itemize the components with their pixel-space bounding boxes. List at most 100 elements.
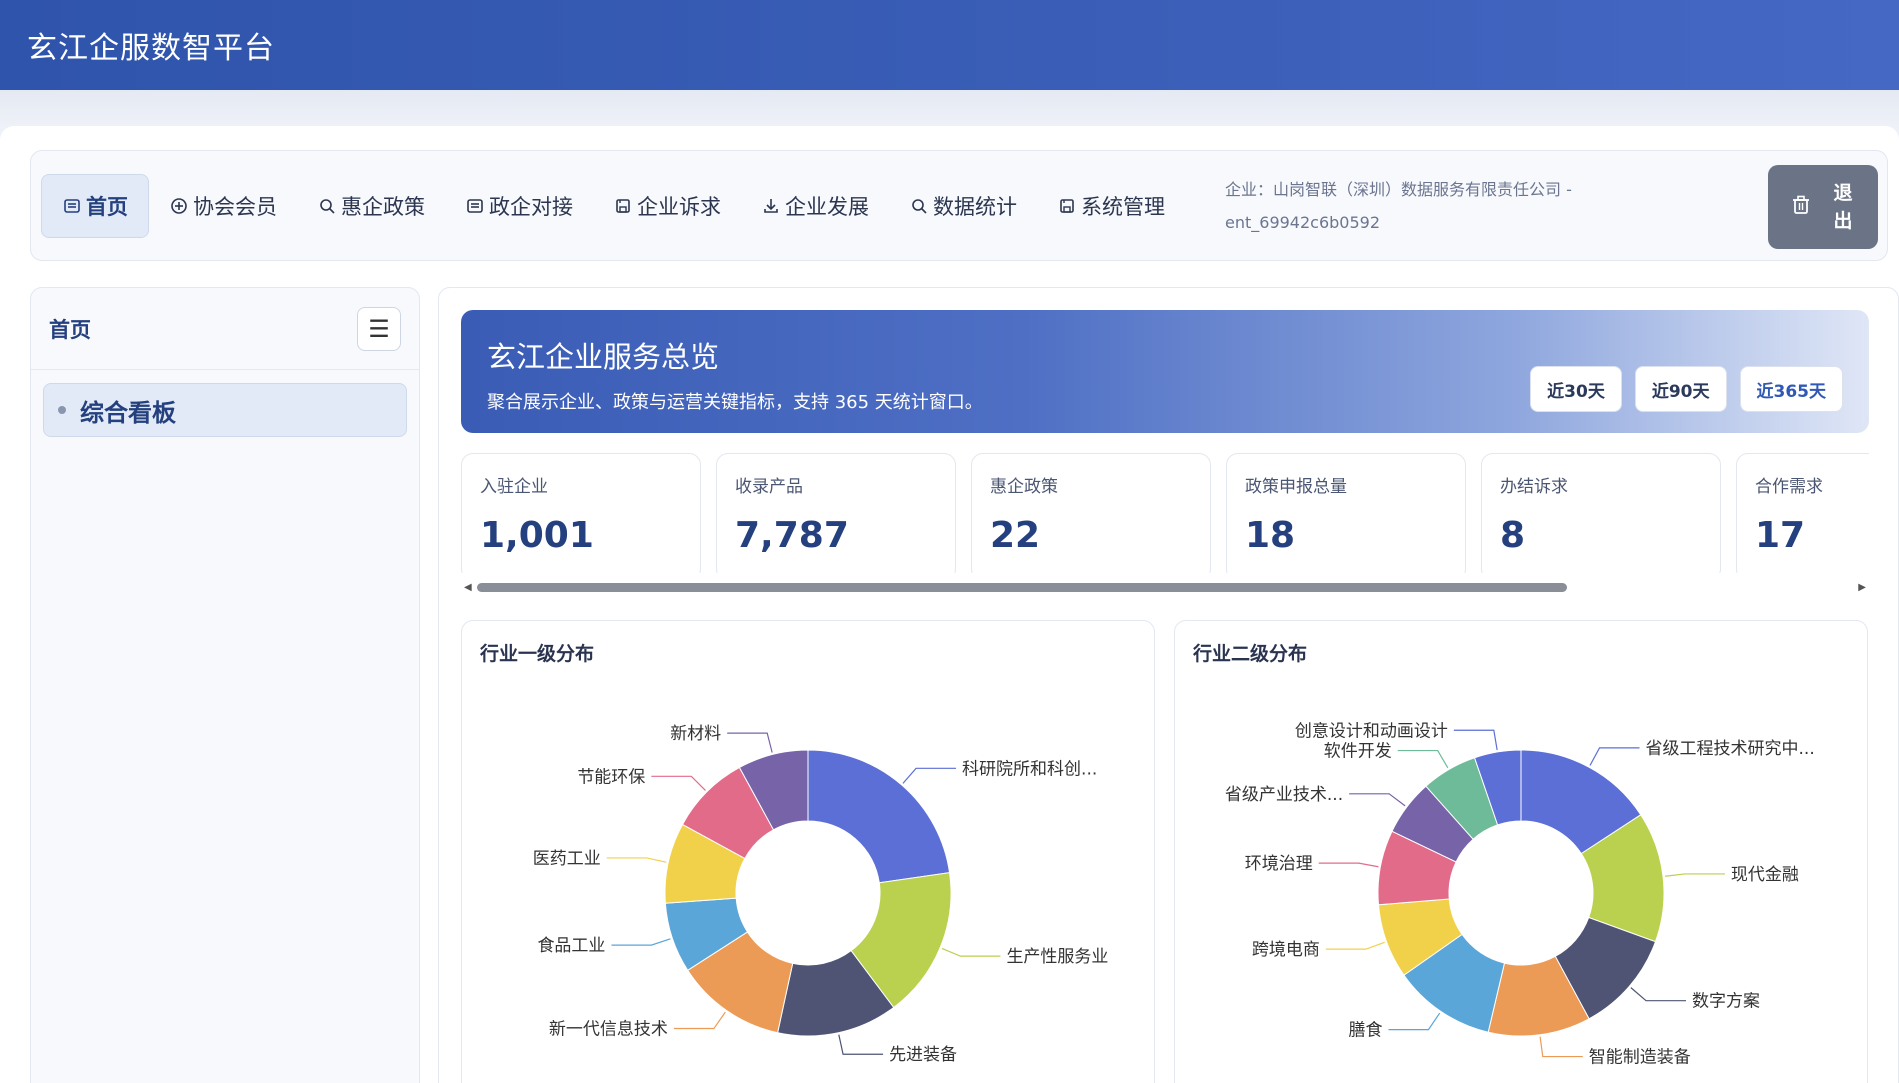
slice-label: 医药工业	[533, 849, 601, 869]
nav-item-policy[interactable]: 惠企政策	[297, 174, 445, 238]
slice-label: 科研院所和科创...	[962, 759, 1097, 779]
search-icon	[317, 196, 337, 216]
slice-label: 智能制造装备	[1589, 1048, 1691, 1068]
leader-line	[727, 732, 773, 753]
nav-item-system[interactable]: 系统管理	[1037, 174, 1185, 238]
slice-label: 省级工程技术研究中...	[1646, 739, 1815, 759]
company-name: 企业：山岗智联（深圳）数据服务有限责任公司 -	[1225, 179, 1572, 199]
nav-item-development[interactable]: 企业发展	[741, 174, 889, 238]
stat-card: 收录产品 7,787	[716, 453, 956, 573]
company-info: 企业：山岗智联（深圳）数据服务有限责任公司 - ent_69942c6b0592	[1225, 173, 1645, 239]
sidebar-item-label: 综合看板	[80, 398, 176, 427]
slice-label: 新一代信息技术	[549, 1020, 668, 1040]
leader-line	[651, 775, 706, 791]
scroll-right-icon[interactable]: ▶	[1858, 582, 1866, 593]
industry-level2-chart: 省级工程技术研究中... 现代金融数字方案智能制造装备 膳食 跨境电商 环境治理 省级产业…	[1174, 620, 1868, 1083]
stats-scrollbar[interactable]: ◀ ▶	[461, 580, 1869, 596]
slice-label: 节能环保	[577, 767, 645, 787]
leader-line	[1539, 1036, 1583, 1058]
app-title: 玄江企服数智平台	[27, 31, 275, 66]
stat-label: 政策申报总量	[1245, 477, 1347, 497]
stats-row: 入驻企业 1,001 收录产品 7,787 惠企政策 22 政策申报总量 18 …	[461, 453, 1869, 573]
slice-label: 现代金融	[1731, 865, 1799, 885]
document-icon	[465, 196, 485, 216]
bullet-icon	[58, 406, 66, 414]
search-icon	[909, 196, 929, 216]
slice-label: 生产性服务业	[1006, 947, 1108, 967]
nav-label: 惠企政策	[341, 194, 425, 219]
leader-line	[838, 1034, 884, 1055]
sidebar-item-dashboard[interactable]: 综合看板	[43, 383, 407, 437]
slice-label: 膳食	[1348, 1021, 1382, 1041]
stat-card: 政策申报总量 18	[1226, 453, 1466, 573]
slice-label: 省级产业技术...	[1225, 785, 1343, 805]
stat-label: 入驻企业	[480, 477, 548, 497]
hamburger-icon: ☰	[368, 314, 390, 343]
nav-label: 企业诉求	[637, 194, 721, 219]
nav-label: 系统管理	[1081, 194, 1165, 219]
stat-label: 惠企政策	[990, 477, 1058, 497]
leader-line	[1388, 1012, 1441, 1031]
sidebar-header: 首页 ☰	[31, 288, 419, 370]
nav-item-home[interactable]: 首页	[41, 173, 149, 238]
stat-card: 惠企政策 22	[971, 453, 1211, 573]
slice-label: 先进装备	[889, 1045, 957, 1065]
slice-label: 数字方案	[1692, 992, 1760, 1012]
content-panel: 玄江企业服务总览 聚合展示企业、政策与运营关键指标，支持 365 天统计窗口。 …	[438, 287, 1899, 1083]
range-365-button[interactable]: 近365天	[1739, 366, 1843, 412]
leader-line	[673, 1011, 726, 1030]
donut-chart-svg: 科研院所和科创... 生产性服务业先进装备 新一代信息技术 食品工业 医药工业 节能环保 新…	[533, 724, 1109, 1065]
slice-label: 环境治理	[1245, 854, 1313, 874]
nav-label: 协会会员	[193, 194, 277, 219]
stat-value: 7,787	[735, 515, 849, 556]
leader-line	[611, 938, 671, 946]
range-selector: 近30天 近90天 近365天	[1530, 366, 1843, 412]
stat-label: 办结诉求	[1500, 477, 1568, 497]
range-90-button[interactable]: 近90天	[1634, 366, 1727, 412]
slice-label: 创意设计和动画设计	[1295, 721, 1448, 741]
nav-item-statistics[interactable]: 数据统计	[889, 174, 1037, 238]
nav-item-members[interactable]: 协会会员	[149, 174, 297, 238]
overview-banner: 玄江企业服务总览 聚合展示企业、政策与运营关键指标，支持 365 天统计窗口。 …	[461, 310, 1869, 433]
nav-label: 企业发展	[785, 194, 869, 219]
slice-label: 食品工业	[537, 936, 605, 956]
leader-line	[1453, 729, 1498, 751]
stat-card: 办结诉求 8	[1481, 453, 1721, 573]
save-icon	[1057, 196, 1077, 216]
nav-label: 政企对接	[489, 194, 573, 219]
sidebar: 首页 ☰ 综合看板	[30, 287, 420, 1083]
leader-line	[1349, 793, 1406, 807]
nav-label: 首页	[86, 194, 128, 219]
nav-item-gov-connect[interactable]: 政企对接	[445, 174, 593, 238]
company-id: ent_69942c6b0592	[1225, 212, 1381, 232]
plus-circle-icon	[169, 196, 189, 216]
document-icon	[62, 196, 82, 216]
menu-toggle-button[interactable]: ☰	[357, 306, 401, 351]
leader-line	[1325, 941, 1385, 950]
range-30-button[interactable]: 近30天	[1530, 366, 1622, 412]
nav-item-appeals[interactable]: 企业诉求	[593, 174, 741, 238]
slice-label: 软件开发	[1324, 742, 1392, 762]
scroll-left-icon[interactable]: ◀	[464, 582, 472, 593]
stat-value: 18	[1245, 515, 1296, 556]
save-icon	[613, 196, 633, 216]
sidebar-title: 首页	[49, 317, 91, 342]
pie-slice[interactable]	[807, 749, 951, 884]
leader-line	[941, 947, 1001, 957]
leader-line	[1397, 749, 1449, 769]
slice-label: 跨境电商	[1252, 940, 1320, 960]
stat-value: 17	[1755, 515, 1806, 556]
logout-button[interactable]: 退出	[1768, 165, 1878, 249]
leader-line	[902, 767, 957, 784]
scrollbar-thumb[interactable]	[477, 583, 1567, 592]
stat-value: 8	[1500, 515, 1526, 556]
header-band	[0, 90, 1899, 126]
nav-label: 数据统计	[933, 194, 1017, 219]
stat-value: 22	[990, 515, 1041, 556]
download-icon	[761, 196, 781, 216]
stat-card: 合作需求 17	[1736, 453, 1869, 573]
stats-scroller: 入驻企业 1,001 收录产品 7,787 惠企政策 22 政策申报总量 18 …	[461, 453, 1869, 573]
industry-level1-chart: 科研院所和科创... 生产性服务业 先进装备 新一代信息技术 食品工业 医药工业 节能环保 新…	[461, 620, 1155, 1083]
donut-chart-svg: 省级工程技术研究中... 现代金融数字方案智能制造装备 膳食 跨境电商 环境治理 省级产业…	[1225, 721, 1815, 1068]
logout-label: 退出	[1833, 182, 1853, 232]
